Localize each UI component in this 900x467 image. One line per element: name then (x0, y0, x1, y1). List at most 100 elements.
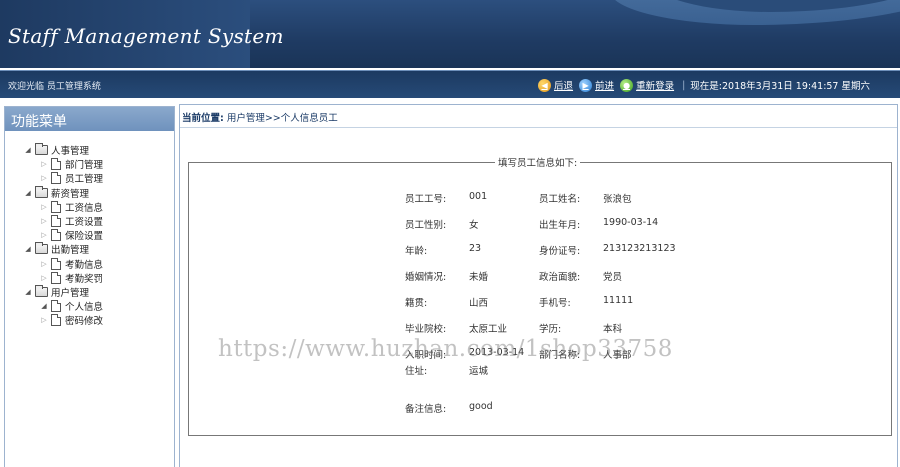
tree-group-label: 薪资管理 (51, 188, 90, 200)
field-value: 23 (469, 243, 482, 254)
tree-item-personal-info[interactable]: ◢ 个人信息 (5, 299, 174, 313)
field-value: 张浪包 (603, 194, 632, 205)
tree-item-attendance-info[interactable]: ▷ 考勤信息 (5, 257, 174, 271)
tree-group-hr[interactable]: ◢ 人事管理 (5, 143, 174, 157)
nav-divider: | (682, 79, 686, 91)
collapsed-arrow-icon: ▷ (41, 231, 47, 240)
folder-icon (35, 242, 48, 255)
user-icon: ● (620, 78, 634, 92)
menu-tree: ◢ 人事管理 ▷ 部门管理 ▷ 员工管理 ◢ 薪资管理 ▷ 工资信息 ▷ 工资设… (5, 131, 174, 327)
tree-group-salary[interactable]: ◢ 薪资管理 (5, 185, 174, 200)
forward-button[interactable]: ▶ 前进 (579, 78, 614, 92)
tree-group-attendance[interactable]: ◢ 出勤管理 (5, 242, 174, 256)
document-icon (51, 314, 61, 327)
welcome-text: 欢迎光临 员工管理系统 (8, 82, 101, 92)
sidebar: 功能菜单 ◢ 人事管理 ▷ 部门管理 ▷ 员工管理 ◢ 薪资管理 ▷ 工资信息 (4, 106, 175, 467)
tree-item-insurance[interactable]: ▷ 保险设置 (5, 228, 174, 242)
main-panel: 当前位置: 用户管理>>个人信息员工 填写员工信息如下: 员工工号: 001 员… (179, 104, 898, 467)
tree-item-label: 考勤奖罚 (65, 273, 104, 285)
collapsed-arrow-icon: ▷ (41, 259, 47, 268)
field-label: 籍贯: (405, 298, 428, 309)
document-icon (51, 300, 61, 313)
info-row-note: 备注信息: good (405, 401, 539, 415)
field-label: 员工姓名: (539, 194, 581, 205)
tree-item-staff[interactable]: ▷ 员工管理 (5, 171, 174, 185)
note-label: 备注信息: (405, 404, 447, 415)
field-value: 山西 (469, 298, 489, 309)
folder-icon (35, 284, 48, 297)
field-label: 婚姻情况: (405, 272, 447, 283)
info-row: 毕业院校: 太原工业 学历: 本科 (405, 321, 673, 335)
tree-item-rewards[interactable]: ▷ 考勤奖罚 (5, 271, 174, 285)
tree-item-label: 密码修改 (65, 316, 104, 328)
tree-item-password[interactable]: ▷ 密码修改 (5, 313, 174, 327)
tree-item-wage-settings[interactable]: ▷ 工资设置 (5, 214, 174, 228)
address-value: 运城 (469, 366, 489, 377)
back-arrow-icon: ◀ (538, 78, 552, 92)
employee-info-fieldset: 填写员工信息如下: 员工工号: 001 员工姓名: 张浪包 员工性别: 女 出生… (188, 155, 892, 436)
relogin-button[interactable]: ● 重新登录 (620, 78, 674, 92)
info-row: 员工工号: 001 员工姓名: 张浪包 (405, 191, 673, 205)
top-nav: ◀ 后退 ▶ 前进 ● 重新登录 | 现在是:2018年3月31日 19:41:… (538, 78, 870, 92)
expanded-arrow-icon[interactable]: ◢ (23, 189, 33, 197)
tree-item-label: 个人信息 (65, 302, 104, 314)
tree-item-label: 工资信息 (65, 202, 104, 214)
current-datetime: 现在是:2018年3月31日 19:41:57 星期六 (690, 81, 870, 92)
field-label: 年龄: (405, 246, 428, 257)
expanded-arrow-icon[interactable]: ◢ (23, 146, 33, 154)
field-value: 11111 (603, 295, 634, 306)
field-label: 学历: (539, 324, 562, 335)
header-banner: Staff Management System (0, 0, 900, 68)
field-value: 2013-03-14 (469, 347, 525, 358)
breadcrumb: 当前位置: 用户管理>>个人信息员工 (180, 105, 897, 128)
field-value: 1990-03-14 (603, 217, 659, 228)
forward-label: 前进 (595, 81, 615, 92)
field-value: 001 (469, 191, 488, 202)
collapsed-arrow-icon: ▷ (41, 316, 47, 325)
document-icon (51, 172, 61, 185)
tree-item-label: 考勤信息 (65, 259, 104, 271)
info-row: 年龄: 23 身份证号: 213123213123 (405, 243, 676, 257)
tree-item-label: 工资设置 (65, 217, 104, 229)
tree-item-label: 部门管理 (65, 160, 104, 172)
field-value: 人事部 (603, 350, 632, 361)
expanded-arrow-icon[interactable]: ◢ (23, 245, 33, 253)
sidebar-title: 功能菜单 (5, 107, 174, 131)
app-title: Staff Management System (8, 24, 284, 48)
expanded-arrow-icon[interactable]: ◢ (23, 288, 33, 296)
collapsed-arrow-icon: ▷ (41, 160, 47, 169)
tree-group-label: 出勤管理 (51, 245, 90, 257)
field-value: 未婚 (469, 272, 489, 283)
tree-item-label: 保险设置 (65, 231, 104, 243)
folder-icon (35, 185, 48, 198)
document-icon (51, 271, 61, 284)
field-label: 员工工号: (405, 194, 447, 205)
info-bar: 欢迎光临 员工管理系统 ◀ 后退 ▶ 前进 ● 重新登录 | 现在是:2018年… (0, 70, 900, 98)
field-label: 出生年月: (539, 220, 581, 231)
relogin-label: 重新登录 (636, 81, 675, 92)
field-value: 213123213123 (603, 243, 676, 254)
folder-icon (35, 143, 48, 156)
tree-group-label: 人事管理 (51, 146, 90, 158)
collapsed-arrow-icon: ▷ (41, 217, 47, 226)
document-icon (51, 215, 61, 228)
field-value: 女 (469, 220, 479, 231)
field-label: 部门名称: (539, 350, 581, 361)
document-icon (51, 200, 61, 213)
field-label: 员工性别: (405, 220, 447, 231)
tree-group-users[interactable]: ◢ 用户管理 (5, 284, 174, 299)
expanded-arrow-icon: ◢ (41, 302, 47, 311)
info-row: 籍贯: 山西 手机号: 11111 (405, 295, 673, 309)
collapsed-arrow-icon: ▷ (41, 174, 47, 183)
document-icon (51, 257, 61, 270)
collapsed-arrow-icon: ▷ (41, 202, 47, 211)
field-label: 手机号: (539, 298, 571, 309)
tree-item-dept[interactable]: ▷ 部门管理 (5, 157, 174, 171)
field-label: 毕业院校: (405, 324, 447, 335)
tree-item-wage-info[interactable]: ▷ 工资信息 (5, 200, 174, 214)
breadcrumb-label: 当前位置: (182, 113, 224, 124)
field-label: 身份证号: (539, 246, 581, 257)
info-row: 婚姻情况: 未婚 政治面貌: 党员 (405, 269, 673, 283)
back-button[interactable]: ◀ 后退 (538, 78, 573, 92)
info-row-address: 住址: 运城 (405, 363, 539, 377)
